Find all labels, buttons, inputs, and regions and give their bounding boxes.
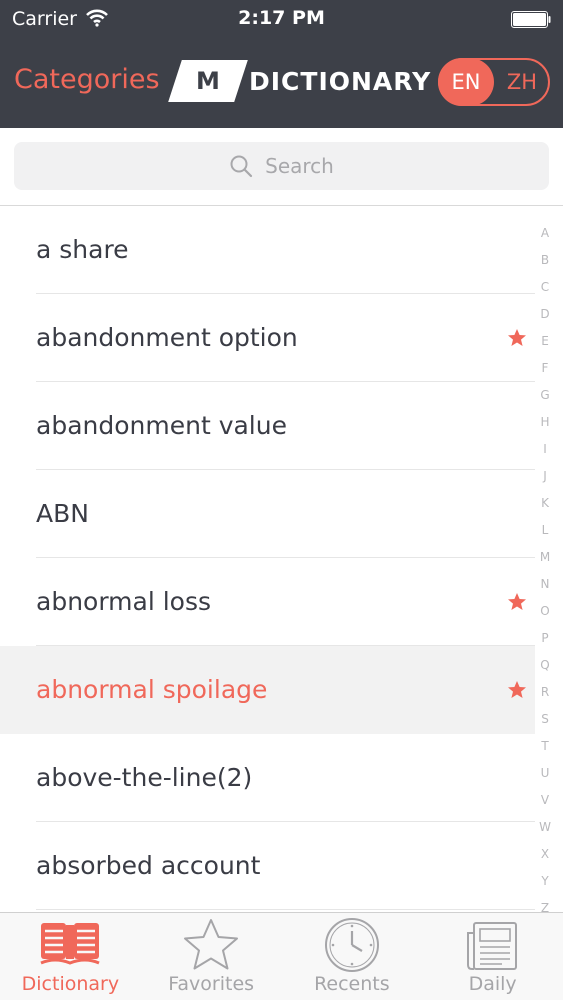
status-time: 2:17 PM — [238, 7, 325, 29]
status-bar: Carrier 2:17 PM — [0, 0, 563, 40]
favorite-star-icon[interactable] — [507, 680, 527, 700]
word-row[interactable]: abandonment value — [0, 382, 535, 470]
tab-dictionary[interactable]: Dictionary — [0, 913, 141, 1000]
index-letter[interactable]: Q — [535, 652, 555, 679]
search-bar: Search — [0, 128, 563, 206]
index-letter[interactable]: K — [535, 490, 555, 517]
alphabet-index: ABCDEFGHIJKLMNOPQRSTUVWXYZ — [535, 220, 555, 922]
index-letter[interactable]: O — [535, 598, 555, 625]
index-letter[interactable]: X — [535, 841, 555, 868]
clock-icon — [324, 918, 379, 972]
book-icon — [40, 923, 100, 965]
word-label: ABN — [36, 499, 89, 528]
word-row[interactable]: a share — [0, 206, 535, 294]
index-letter[interactable]: P — [535, 625, 555, 652]
word-row[interactable]: abnormal loss — [0, 558, 535, 646]
word-label: above-the-line(2) — [36, 763, 253, 792]
app-header: Carrier 2:17 PM Categories M DICTIONARY … — [0, 0, 563, 128]
newspaper-icon — [466, 922, 517, 970]
word-label: abnormal loss — [36, 587, 212, 616]
index-letter[interactable]: E — [535, 328, 555, 355]
search-placeholder: Search — [265, 154, 334, 178]
index-letter[interactable]: C — [535, 274, 555, 301]
categories-button[interactable]: Categories — [14, 64, 160, 95]
index-letter[interactable]: L — [535, 517, 555, 544]
index-letter[interactable]: G — [535, 382, 555, 409]
favorite-star-icon[interactable] — [507, 328, 527, 348]
tab-daily[interactable]: Daily — [422, 913, 563, 1000]
word-row[interactable]: above-the-line(2) — [0, 734, 535, 822]
index-letter[interactable]: F — [535, 355, 555, 382]
tab-label: Daily — [468, 973, 517, 995]
word-label: abnormal spoilage — [36, 675, 268, 704]
index-letter[interactable]: B — [535, 247, 555, 274]
logo-mark: M — [168, 60, 248, 102]
index-letter[interactable]: W — [535, 814, 555, 841]
search-icon — [230, 155, 253, 178]
index-letter[interactable]: A — [535, 220, 555, 247]
word-label: absorbed account — [36, 851, 261, 880]
index-letter[interactable]: V — [535, 787, 555, 814]
word-list: a share abandonment option abandonment val… — [0, 206, 535, 910]
lang-zh-option[interactable]: ZH — [494, 58, 550, 106]
index-letter[interactable]: Y — [535, 868, 555, 895]
index-letter[interactable]: D — [535, 301, 555, 328]
favorite-star-icon[interactable] — [507, 592, 527, 612]
star-icon — [184, 919, 239, 970]
language-toggle[interactable]: EN ZH — [438, 58, 550, 106]
index-letter[interactable]: N — [535, 571, 555, 598]
index-letter[interactable]: H — [535, 409, 555, 436]
index-letter[interactable]: U — [535, 760, 555, 787]
word-label: abandonment option — [36, 323, 298, 352]
tab-label: Dictionary — [21, 973, 120, 995]
index-letter[interactable]: J — [535, 463, 555, 490]
word-row[interactable]: abnormal spoilage — [0, 646, 535, 734]
logo-wordmark: DICTIONARY — [249, 66, 432, 96]
index-letter[interactable]: S — [535, 706, 555, 733]
word-row[interactable]: abandonment option — [0, 294, 535, 382]
tab-recents[interactable]: Recents — [282, 913, 423, 1000]
row-divider — [36, 909, 535, 910]
app-logo: M DICTIONARY — [165, 60, 431, 102]
tab-label: Favorites — [168, 973, 255, 995]
index-letter[interactable]: I — [535, 436, 555, 463]
battery-icon — [511, 11, 551, 28]
lang-en-option[interactable]: EN — [438, 58, 494, 106]
tab-bar: Dictionary Favorites Recents Daily — [0, 912, 563, 1000]
tab-favorites[interactable]: Favorites — [141, 913, 282, 1000]
word-label: a share — [36, 235, 129, 264]
word-row[interactable]: absorbed account — [0, 822, 535, 910]
index-letter[interactable]: T — [535, 733, 555, 760]
tab-label: Recents — [314, 973, 390, 995]
word-row[interactable]: ABN — [0, 470, 535, 558]
index-letter[interactable]: M — [535, 544, 555, 571]
word-label: abandonment value — [36, 411, 287, 440]
index-letter[interactable]: R — [535, 679, 555, 706]
search-input[interactable]: Search — [14, 142, 549, 190]
